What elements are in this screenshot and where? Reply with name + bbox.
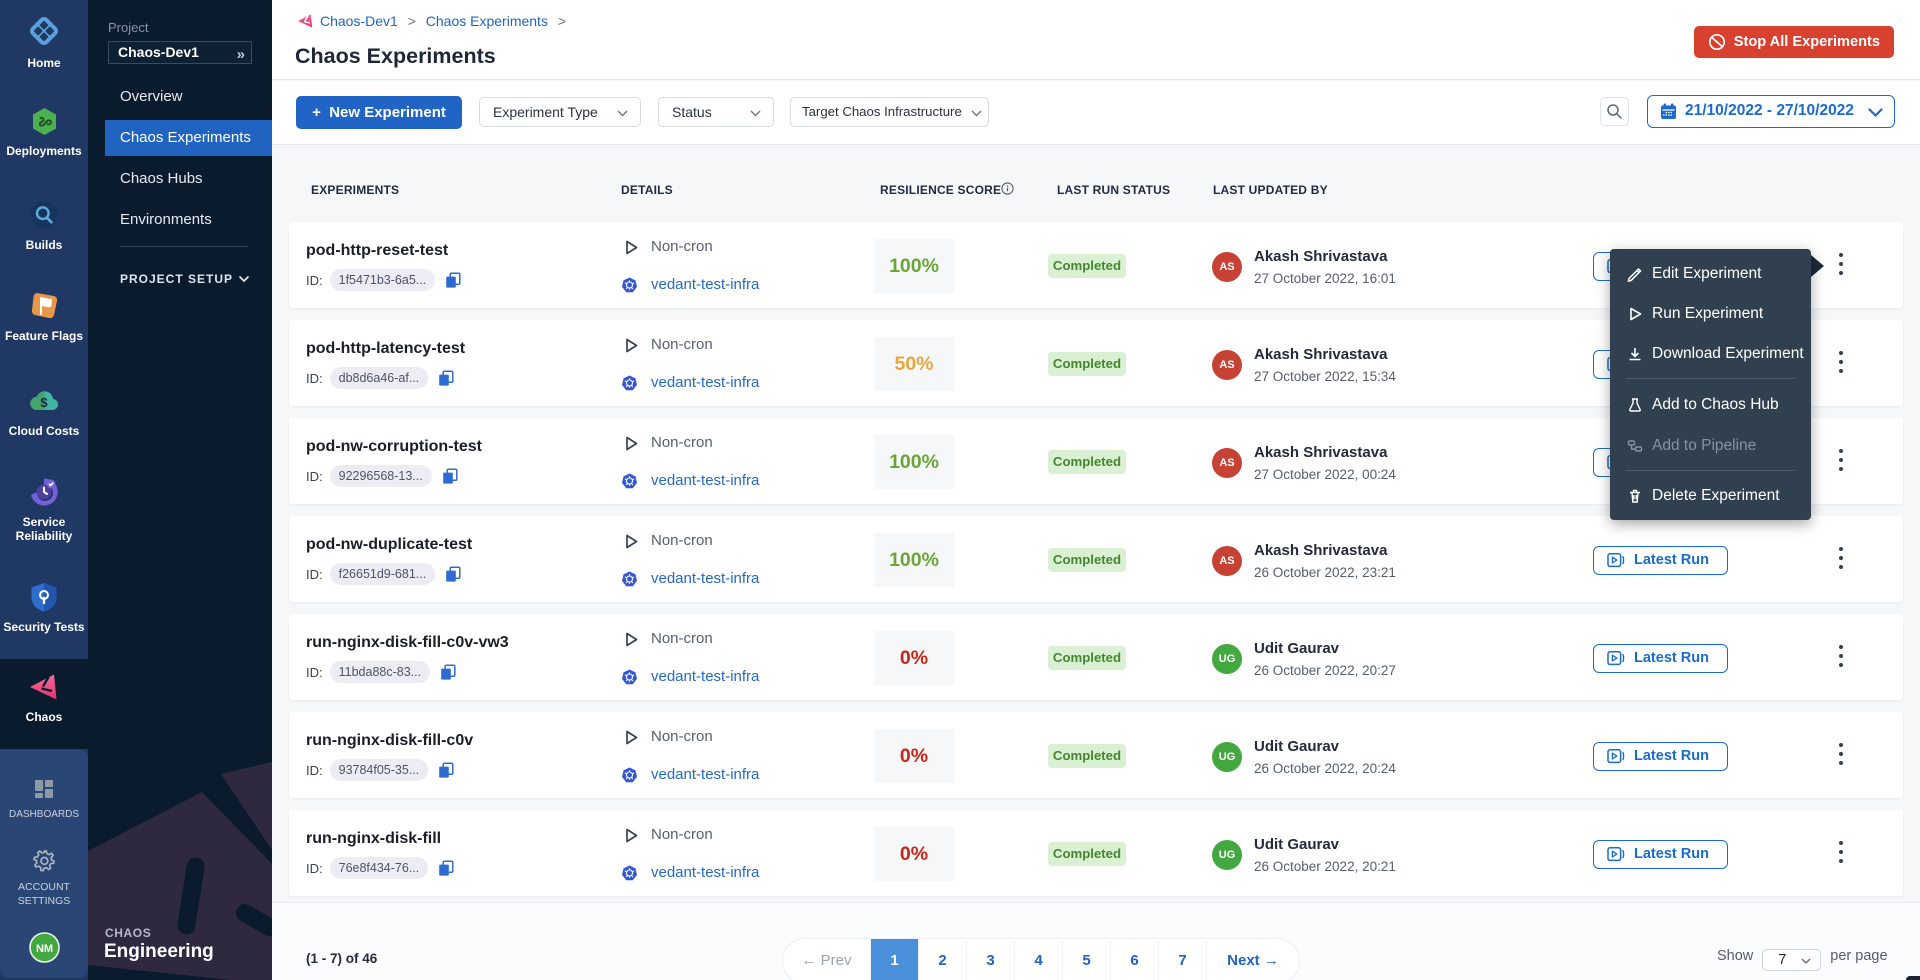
svg-text:NM: NM xyxy=(35,943,52,955)
svg-text:$: $ xyxy=(40,395,48,410)
